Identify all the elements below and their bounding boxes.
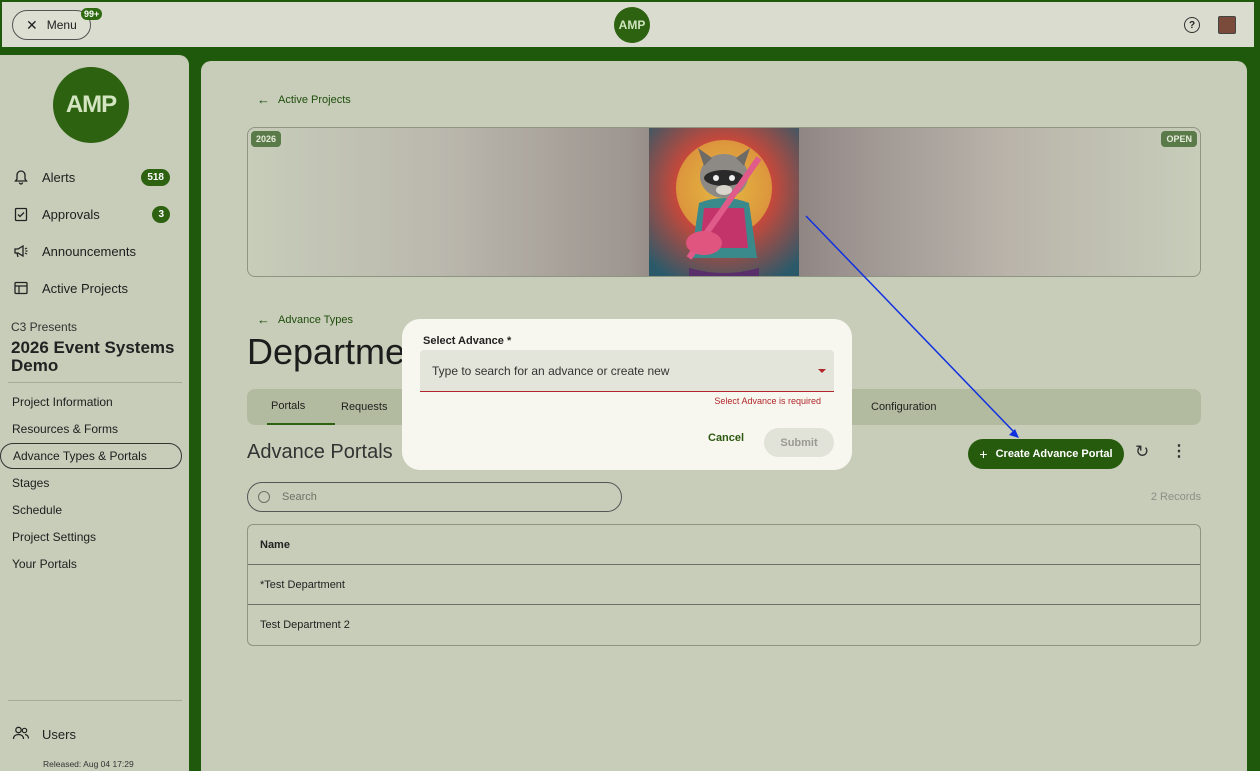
plus-icon: + (979, 446, 988, 462)
sidebar-link-project-information[interactable]: Project Information (12, 395, 113, 409)
arrow-left-icon: ← (257, 312, 270, 327)
sidebar-link-stages[interactable]: Stages (12, 476, 49, 490)
back-to-active-projects-link[interactable]: ← Active Projects (257, 92, 351, 107)
sidebar: AMP Alerts 518 Approvals 3 Announcements… (0, 55, 189, 771)
sidebar-item-approvals[interactable]: Approvals 3 (12, 202, 177, 226)
user-avatar[interactable] (1218, 16, 1236, 34)
caret-down-icon[interactable] (818, 369, 826, 373)
menu-label: Menu (46, 18, 77, 32)
section-title: Advance Portals (247, 441, 393, 463)
release-info: Released: Aug 04 17:29 (43, 759, 134, 769)
portals-table: Name *Test Department Test Department 2 (247, 524, 1201, 646)
sidebar-item-alerts[interactable]: Alerts 518 (12, 165, 177, 189)
logo-text: AMP (618, 18, 646, 32)
menu-button[interactable]: ✕ Menu (12, 10, 91, 40)
search-placeholder: Search (282, 491, 317, 503)
megaphone-icon (12, 242, 30, 260)
table-cell-name: *Test Department (260, 578, 345, 591)
cancel-button[interactable]: Cancel (708, 432, 744, 444)
arrow-left-icon: ← (257, 92, 270, 107)
clipboard-check-icon (12, 205, 30, 223)
more-vertical-icon[interactable]: ⋮ (1171, 442, 1187, 462)
sidebar-item-label: Active Projects (42, 280, 128, 296)
project-board-icon (12, 279, 30, 297)
alerts-count-badge: 518 (141, 168, 170, 186)
table-row[interactable]: Test Department 2 (248, 605, 1200, 645)
select-advance-label: Select Advance * (423, 335, 512, 347)
menu-notification-badge: 99+ (81, 8, 103, 20)
amp-logo[interactable]: AMP (614, 7, 650, 43)
divider (8, 382, 182, 383)
tab-portals[interactable]: Portals (267, 389, 335, 425)
close-icon: ✕ (26, 16, 38, 33)
status-chip: OPEN (1161, 131, 1197, 147)
sidebar-item-active-projects[interactable]: Active Projects (12, 276, 128, 300)
record-count: 2 Records (1150, 491, 1201, 503)
refresh-icon[interactable]: ↻ (1135, 442, 1151, 462)
select-advance-placeholder: Type to search for an advance or create … (432, 363, 670, 378)
search-input[interactable]: Search (247, 482, 622, 512)
users-icon (12, 725, 30, 743)
project-name: 2026 Event Systems Demo (11, 338, 175, 375)
project-banner: 2026 OPEN (247, 127, 1201, 277)
select-advance-input[interactable]: Type to search for an advance or create … (420, 350, 834, 392)
project-poster-image (649, 128, 799, 276)
sidebar-item-label: Approvals (42, 206, 100, 222)
sidebar-link-schedule[interactable]: Schedule (12, 503, 62, 517)
search-icon (258, 491, 270, 503)
tab-configuration[interactable]: Configuration (871, 389, 936, 425)
page-title: Departments (247, 331, 407, 372)
table-row[interactable]: *Test Department (248, 565, 1200, 605)
divider (8, 700, 182, 701)
sidebar-link-your-portals[interactable]: Your Portals (12, 557, 77, 571)
approvals-count-badge: 3 (152, 205, 170, 223)
sidebar-item-announcements[interactable]: Announcements (12, 239, 136, 263)
tab-requests[interactable]: Requests (341, 389, 387, 425)
sidebar-item-label: Alerts (42, 169, 76, 185)
amp-logo-large[interactable]: AMP (53, 67, 129, 143)
validation-error: Select Advance is required (714, 396, 821, 406)
sidebar-link-resources-forms[interactable]: Resources & Forms (12, 422, 118, 436)
sidebar-item-label: Users (42, 726, 76, 742)
sidebar-item-users[interactable]: Users (12, 725, 76, 743)
submit-button[interactable]: Submit (764, 428, 834, 457)
sidebar-link-advance-types-portals[interactable]: Advance Types & Portals (0, 443, 182, 469)
organization-name: C3 Presents (11, 320, 78, 334)
sidebar-item-label: Announcements (42, 243, 136, 259)
column-header-name[interactable]: Name (260, 539, 290, 551)
table-cell-name: Test Department 2 (260, 619, 350, 631)
help-icon[interactable]: ? (1184, 17, 1200, 33)
back-to-advance-types-link[interactable]: ← Advance Types (257, 312, 353, 327)
sidebar-link-project-settings[interactable]: Project Settings (12, 530, 96, 544)
year-chip: 2026 (251, 131, 282, 147)
top-bar: ✕ Menu 99+ AMP ? (2, 2, 1254, 47)
bell-icon (12, 168, 30, 186)
select-advance-dialog: Select Advance * Type to search for an a… (402, 319, 852, 470)
table-header: Name (248, 525, 1200, 565)
create-advance-portal-button[interactable]: + Create Advance Portal (968, 439, 1124, 469)
